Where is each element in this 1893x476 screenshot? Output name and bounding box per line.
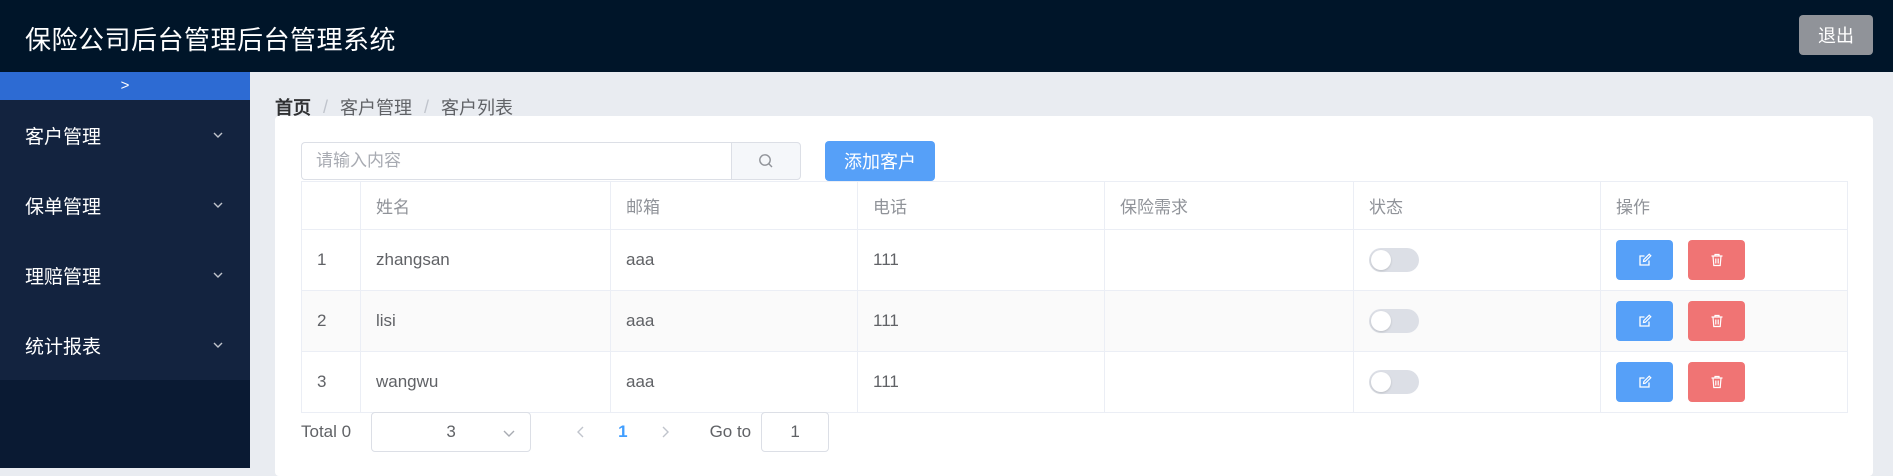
edit-button[interactable] — [1616, 301, 1673, 341]
table-row: 2 lisi aaa 111 — [302, 291, 1848, 352]
trash-icon — [1711, 253, 1722, 267]
cell-email: aaa — [611, 230, 858, 291]
cell-email: aaa — [611, 352, 858, 413]
edit-icon — [1638, 375, 1652, 388]
sidebar-item-label: 理赔管理 — [25, 266, 102, 288]
edit-icon — [1638, 253, 1652, 266]
search-input[interactable] — [301, 142, 731, 180]
status-toggle[interactable] — [1369, 309, 1419, 333]
chevron-down-icon — [213, 202, 223, 208]
trash-icon — [1711, 375, 1722, 389]
cell-name: zhangsan — [361, 230, 611, 291]
page-size-select[interactable]: 3 — [371, 412, 532, 452]
sidebar-item-policy-management[interactable]: 保单管理 — [0, 170, 250, 240]
column-header-actions: 操作 — [1601, 182, 1848, 230]
status-toggle[interactable] — [1369, 248, 1419, 272]
cell-index: 3 — [302, 352, 361, 413]
app-title: 保险公司后台管理后台管理系统 — [25, 25, 397, 55]
cell-name: lisi — [361, 291, 611, 352]
cell-index: 1 — [302, 230, 361, 291]
cell-actions — [1601, 291, 1848, 352]
cell-actions — [1601, 230, 1848, 291]
chevron-down-icon — [503, 430, 515, 437]
delete-button[interactable] — [1688, 240, 1745, 280]
column-header-insurance-need: 保险需求 — [1105, 182, 1354, 230]
chevron-right-icon — [662, 426, 669, 438]
customer-list-card: 添加客户 姓名 邮箱 电话 保险需求 状态 操作 1 zhangsan aaa … — [275, 116, 1873, 476]
sidebar-item-statistics-reports[interactable]: 统计报表 — [0, 310, 250, 380]
page-size-value: 3 — [446, 422, 456, 441]
cell-insurance-need — [1105, 352, 1354, 413]
sidebar-menu: 客户管理 保单管理 理赔管理 统计报表 — [0, 100, 250, 380]
edit-button[interactable] — [1616, 362, 1673, 402]
column-header-name: 姓名 — [361, 182, 611, 230]
sidebar-item-label: 保单管理 — [25, 196, 102, 218]
cell-name: wangwu — [361, 352, 611, 413]
cell-status — [1354, 230, 1601, 291]
sidebar-item-customer-management[interactable]: 客户管理 — [0, 100, 250, 170]
toggle-knob — [1371, 372, 1391, 392]
cell-insurance-need — [1105, 230, 1354, 291]
cell-index: 2 — [302, 291, 361, 352]
customer-table: 姓名 邮箱 电话 保险需求 状态 操作 1 zhangsan aaa 111 2… — [301, 181, 1848, 413]
cell-actions — [1601, 352, 1848, 413]
cell-phone: 111 — [858, 291, 1105, 352]
chevron-left-icon — [577, 426, 584, 438]
column-header-phone: 电话 — [858, 182, 1105, 230]
column-header-index — [302, 182, 361, 230]
cell-status — [1354, 291, 1601, 352]
page-number-current[interactable]: 1 — [618, 422, 627, 442]
cell-status — [1354, 352, 1601, 413]
column-header-email: 邮箱 — [611, 182, 858, 230]
breadcrumb-separator: / — [424, 96, 430, 117]
pagination-total: Total 0 — [301, 422, 352, 441]
sidebar-item-label: 统计报表 — [25, 336, 102, 358]
delete-button[interactable] — [1688, 362, 1745, 402]
toggle-knob — [1371, 311, 1391, 331]
table-row: 3 wangwu aaa 111 — [302, 352, 1848, 413]
sidebar-collapse-toggle[interactable]: > — [0, 72, 250, 100]
breadcrumb-separator: / — [323, 96, 329, 117]
cell-phone: 111 — [858, 352, 1105, 413]
sidebar: > 客户管理 保单管理 理赔管理 统计报表 — [0, 72, 250, 468]
delete-button[interactable] — [1688, 301, 1745, 341]
cell-phone: 111 — [858, 230, 1105, 291]
top-header: 保险公司后台管理后台管理系统 退出 — [0, 0, 1893, 72]
next-page-button[interactable] — [650, 426, 680, 438]
table-header-row: 姓名 邮箱 电话 保险需求 状态 操作 — [302, 182, 1848, 230]
logout-button[interactable]: 退出 — [1799, 15, 1873, 55]
main-content: 首页 / 客户管理 / 客户列表 添加客户 姓名 邮箱 电话 保险需求 状态 操… — [250, 72, 1893, 476]
search-button[interactable] — [731, 142, 801, 180]
status-toggle[interactable] — [1369, 370, 1419, 394]
edit-icon — [1638, 314, 1652, 327]
column-header-status: 状态 — [1354, 182, 1601, 230]
cell-insurance-need — [1105, 291, 1354, 352]
goto-label: Go to — [709, 422, 752, 441]
toggle-knob — [1371, 250, 1391, 270]
table-row: 1 zhangsan aaa 111 — [302, 230, 1848, 291]
sidebar-item-label: 客户管理 — [25, 126, 102, 148]
prev-page-button[interactable] — [566, 426, 596, 438]
pagination: Total 0 3 1 Go to — [301, 412, 830, 452]
goto-page-input[interactable] — [761, 412, 830, 452]
cell-email: aaa — [611, 291, 858, 352]
trash-icon — [1711, 314, 1722, 328]
edit-button[interactable] — [1616, 240, 1673, 280]
chevron-down-icon — [213, 342, 223, 348]
chevron-down-icon — [213, 132, 223, 138]
add-customer-button[interactable]: 添加客户 — [825, 141, 935, 181]
chevron-down-icon — [213, 272, 223, 278]
search-icon — [759, 154, 773, 168]
sidebar-item-claims-management[interactable]: 理赔管理 — [0, 240, 250, 310]
